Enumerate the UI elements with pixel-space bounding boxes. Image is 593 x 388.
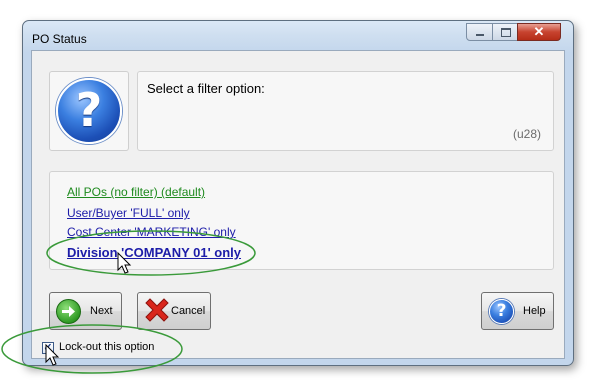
option-division-link[interactable]: Division 'COMPANY 01' only	[67, 245, 241, 260]
maximize-button[interactable]	[492, 23, 518, 41]
lock-out-checkbox[interactable]: ✓	[42, 342, 54, 354]
help-label: Help	[523, 305, 546, 317]
message-code: (u28)	[512, 127, 541, 141]
option-cost-center-link[interactable]: Cost Center 'MARKETING' only	[67, 225, 236, 239]
lock-out-label: Lock-out this option	[59, 341, 155, 353]
po-status-dialog: PO Status ✕ ? Select a filter option: (u…	[22, 20, 574, 366]
option-all-pos-link[interactable]: All POs (no filter) (default)	[67, 185, 205, 199]
question-icon: ?	[489, 299, 514, 324]
next-label: Next	[90, 305, 113, 317]
option-user-buyer-link[interactable]: User/Buyer 'FULL' only	[67, 206, 190, 220]
message-text: Select a filter option:	[147, 81, 265, 96]
close-button[interactable]: ✕	[517, 23, 561, 41]
window-title: PO Status	[32, 32, 87, 46]
filter-options-panel: All POs (no filter) (default) User/Buyer…	[49, 171, 554, 270]
next-button[interactable]: Next	[49, 292, 122, 330]
minimize-button[interactable]	[466, 23, 493, 41]
dialog-body: ? Select a filter option: (u28) All POs …	[31, 50, 565, 359]
message-panel: Select a filter option: (u28)	[137, 71, 554, 151]
close-icon: ✕	[533, 24, 545, 39]
help-button[interactable]: ? Help	[481, 292, 554, 330]
message-icon-panel: ?	[49, 71, 129, 151]
red-x-icon	[145, 298, 169, 322]
maximize-icon	[493, 24, 517, 40]
question-icon: ?	[56, 78, 122, 144]
cancel-button[interactable]: Cancel	[137, 292, 211, 330]
cancel-label: Cancel	[171, 305, 206, 317]
green-arrow-right-icon	[56, 299, 81, 324]
minimize-icon	[467, 24, 492, 40]
